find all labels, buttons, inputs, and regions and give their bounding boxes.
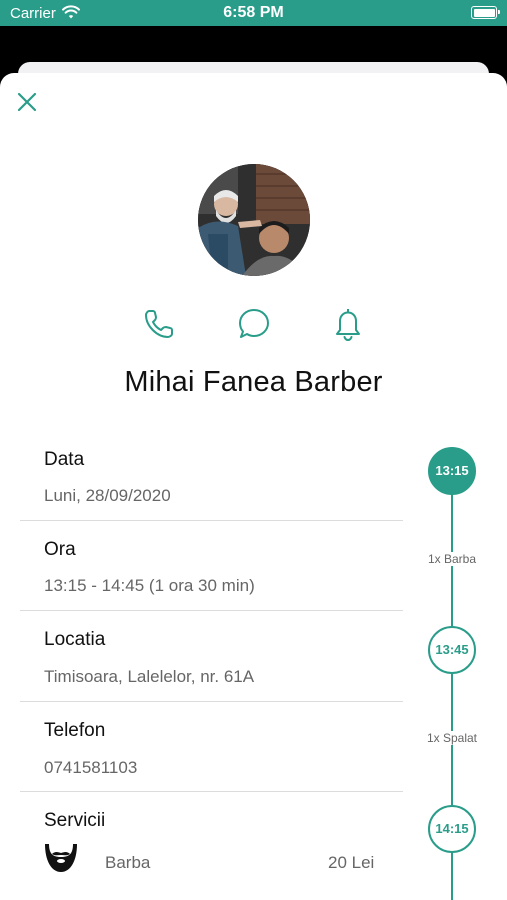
status-bar: Carrier 6:58 PM: [0, 0, 507, 26]
location-label: Locatia: [44, 629, 106, 650]
timeline-segment-label: 1x Barba: [412, 552, 492, 566]
message-icon[interactable]: [236, 306, 272, 342]
phone-row[interactable]: Telefon 0741581103: [20, 720, 403, 790]
timeline-slot-active[interactable]: 13:15: [428, 447, 476, 495]
service-price: 20 Lei: [328, 853, 375, 872]
timeline-slot[interactable]: 14:15: [428, 805, 476, 853]
time-row: Ora 13:15 - 14:45 (1 ora 30 min): [20, 539, 403, 609]
services-label: Servicii: [44, 810, 106, 831]
phone-icon[interactable]: [141, 306, 177, 342]
location-value[interactable]: Timisoara, Lalelelor, nr. 61A: [44, 667, 254, 687]
divider: [20, 610, 403, 611]
shop-name: Mihai Fanea Barber: [124, 366, 383, 398]
date-label: Data: [44, 449, 85, 470]
location-row[interactable]: Locatia Timisoara, Lalelelor, nr. 61A: [20, 629, 403, 699]
close-icon[interactable]: [15, 90, 39, 114]
date-row: Data Luni, 28/09/2020: [20, 449, 403, 519]
services-row: Servicii: [20, 810, 403, 840]
time-value: 13:15 - 14:45 (1 ora 30 min): [44, 576, 255, 595]
timeline-segment-label: 1x Spalat: [412, 731, 492, 745]
phone-label: Telefon: [44, 720, 106, 741]
battery-icon: [471, 6, 500, 19]
barber-avatar: [198, 164, 310, 276]
time-label: Ora: [44, 539, 76, 560]
timeline-line: [451, 850, 453, 900]
divider: [20, 520, 403, 521]
divider: [20, 791, 403, 792]
action-bar: [0, 306, 507, 346]
divider: [20, 701, 403, 702]
date-value: Luni, 28/09/2020: [44, 486, 171, 505]
bell-icon[interactable]: [330, 306, 366, 342]
timeline-slot[interactable]: 13:45: [428, 626, 476, 674]
clock: 6:58 PM: [223, 4, 284, 21]
beard-icon: [45, 844, 77, 872]
service-name: Barba: [105, 853, 151, 872]
phone-value[interactable]: 0741581103: [44, 758, 137, 778]
